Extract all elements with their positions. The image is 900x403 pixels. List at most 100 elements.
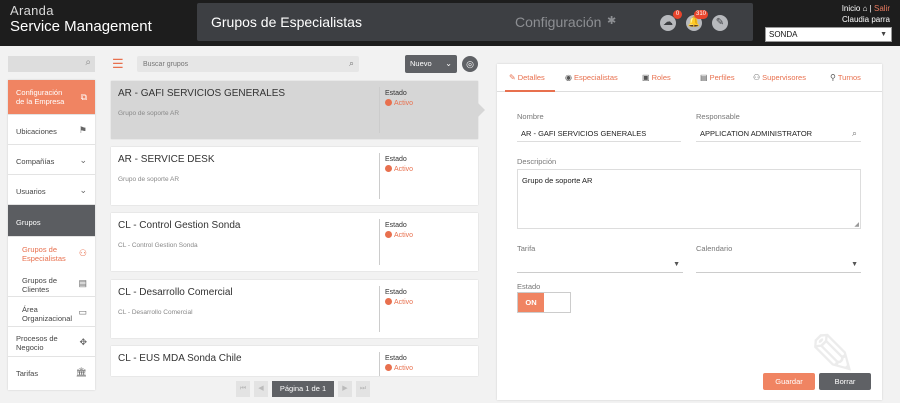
description-label: Descripción bbox=[517, 157, 557, 166]
save-button[interactable]: Guardar bbox=[763, 373, 815, 390]
id-card-icon: ▣ bbox=[642, 73, 650, 82]
group-name: CL - Control Gestion Sonda bbox=[118, 220, 241, 231]
sidebar-item-rates[interactable]: Tarifas 🏛 bbox=[8, 357, 95, 387]
group-name: CL - EUS MDA Sonda Chile bbox=[118, 353, 242, 364]
edit-icon: ✎ bbox=[509, 73, 516, 82]
sidebar-item-groups[interactable]: Grupos bbox=[8, 205, 95, 237]
toggle-on-label: ON bbox=[518, 293, 544, 312]
cloud-badge: 0 bbox=[673, 10, 682, 19]
new-button-label: Nuevo bbox=[410, 59, 432, 68]
sidebar-item-label: Compañías bbox=[16, 157, 55, 166]
group-card[interactable]: CL - EUS MDA Sonda Chile Estado Activo bbox=[111, 346, 478, 376]
signpost-icon: ⚑ bbox=[78, 125, 87, 135]
tab-profiles[interactable]: ▤ Perfiles bbox=[700, 73, 735, 82]
user-name: Claudia parra bbox=[841, 15, 890, 24]
status-toggle[interactable]: ON bbox=[517, 292, 571, 313]
page-title: Grupos de Especialistas bbox=[211, 14, 362, 30]
chevron-down-icon: ▼ bbox=[673, 261, 680, 268]
sidebar-item-org-area[interactable]: Área Organizacional ▭ bbox=[8, 297, 95, 327]
new-button[interactable]: Nuevo ⌄ bbox=[405, 55, 457, 73]
sidebar-search[interactable]: ⌕ bbox=[8, 56, 95, 72]
tab-details[interactable]: ✎ Detalles bbox=[509, 73, 545, 82]
name-value: AR - GAFI SERVICIOS GENERALES bbox=[521, 129, 647, 138]
sidebar-item-users[interactable]: Usuarios ⌄ bbox=[8, 175, 95, 205]
divider bbox=[379, 286, 380, 332]
status-dot-icon bbox=[385, 231, 392, 238]
divider bbox=[379, 87, 380, 133]
top-bar: Aranda Service Management Grupos de Espe… bbox=[0, 0, 900, 46]
gear-icon: ✱ bbox=[607, 15, 617, 27]
globe-icon[interactable]: ◎ bbox=[462, 56, 478, 72]
chevron-down-icon: ▼ bbox=[851, 261, 858, 268]
group-card[interactable]: CL - Control Gestion Sonda CL - Control … bbox=[111, 213, 478, 271]
responsible-field[interactable]: APPLICATION ADMINISTRATOR ⌕ bbox=[696, 125, 861, 142]
sidebar-item-label: Grupos de Especialistas bbox=[22, 245, 66, 263]
bank-icon: 🏛 bbox=[75, 367, 87, 377]
page-indicator: Página 1 de 1 bbox=[272, 381, 334, 397]
selection-arrow bbox=[478, 103, 485, 117]
logout-link[interactable]: Salir bbox=[874, 4, 890, 13]
cloud-icon[interactable]: ☁ 0 bbox=[660, 10, 682, 31]
sidebar-item-label: Grupos de Clientes bbox=[22, 276, 58, 294]
tab-roles[interactable]: ▣ Roles bbox=[642, 73, 671, 82]
status-label: Estado bbox=[385, 289, 407, 296]
group-card[interactable]: AR - SERVICE DESK Grupo de soporte AR Es… bbox=[111, 147, 478, 205]
group-search-input[interactable] bbox=[137, 56, 337, 72]
company-value: SONDA bbox=[769, 30, 798, 39]
tab-shifts[interactable]: ⚲ Turnos bbox=[830, 73, 861, 82]
status-dot-icon bbox=[385, 298, 392, 305]
company-select[interactable]: SONDA ▼ bbox=[765, 27, 892, 42]
brand-line1: Aranda bbox=[10, 3, 54, 18]
status-label: Estado bbox=[385, 222, 407, 229]
status-dot-icon bbox=[385, 165, 392, 172]
chevron-down-icon: ▼ bbox=[880, 31, 887, 38]
detail-panel: ✎ Detalles ◉ Especialistas ▣ Roles ▤ Perfile… bbox=[497, 64, 882, 400]
last-page-icon[interactable]: ⏭ bbox=[356, 381, 370, 397]
search-icon[interactable]: ⌕ bbox=[852, 125, 857, 142]
group-name: AR - GAFI SERVICIOS GENERALES bbox=[118, 88, 286, 99]
sidebar-item-specialist-groups[interactable]: Grupos de Especialistas ⚇ bbox=[8, 237, 95, 269]
divider bbox=[379, 153, 380, 199]
next-page-icon[interactable]: ▶ bbox=[338, 381, 352, 397]
section-title: Configuración bbox=[515, 14, 602, 30]
name-field[interactable]: AR - GAFI SERVICIOS GENERALES bbox=[517, 125, 681, 142]
calendar-label: Calendario bbox=[696, 244, 733, 253]
group-icon: ⚇ bbox=[78, 248, 87, 258]
shift-icon: ⚲ bbox=[830, 73, 836, 82]
description-field[interactable]: Grupo de soporte AR ◢ bbox=[517, 169, 861, 229]
delete-button[interactable]: Borrar bbox=[819, 373, 871, 390]
group-card[interactable]: CL - Desarrollo Comercial CL - Desarroll… bbox=[111, 280, 478, 338]
users-icon: ⚇ bbox=[753, 73, 761, 82]
chevron-down-icon: ⌄ bbox=[79, 185, 87, 195]
resize-handle-icon[interactable]: ◢ bbox=[854, 221, 859, 228]
sidebar-item-company-config[interactable]: Configuración de la Empresa ⧉ bbox=[8, 80, 95, 115]
group-desc: Grupo de soporte AR bbox=[118, 110, 180, 117]
prev-page-icon[interactable]: ◀ bbox=[254, 381, 268, 397]
bell-badge: 310 bbox=[693, 10, 708, 19]
sidebar-item-business-processes[interactable]: Procesos de Negocio ✥ bbox=[8, 327, 95, 357]
brand-logo[interactable]: Aranda Service Management bbox=[10, 3, 152, 36]
hamburger-menu-icon[interactable]: ☰ bbox=[112, 57, 124, 70]
home-icon[interactable]: ⌂ bbox=[863, 4, 868, 13]
sidebar-item-label: Tarifas bbox=[16, 369, 39, 378]
calendar-select[interactable]: ▼ bbox=[696, 258, 861, 273]
tab-supervisors[interactable]: ⚇ Supervisores bbox=[753, 73, 806, 82]
sidebar-item-client-groups[interactable]: Grupos de Clientes ▤ bbox=[8, 269, 95, 297]
brand-line2: Service Management bbox=[10, 18, 152, 35]
status-label: Estado bbox=[385, 156, 407, 163]
tab-specialists[interactable]: ◉ Especialistas bbox=[565, 73, 618, 82]
status-dot-icon bbox=[385, 99, 392, 106]
bell-icon[interactable]: 🔔 310 bbox=[686, 10, 708, 31]
search-icon: ⌕ bbox=[85, 57, 91, 68]
sidebar-item-label: Procesos de Negocio bbox=[16, 334, 58, 352]
first-page-icon[interactable]: ⏮ bbox=[236, 381, 250, 397]
puzzle-icon: ⧉ bbox=[80, 92, 87, 102]
rate-select[interactable]: ▼ bbox=[517, 258, 683, 273]
sidebar-item-companies[interactable]: Compañías ⌄ bbox=[8, 145, 95, 175]
search-icon[interactable]: ⌕ bbox=[349, 58, 354, 69]
tools-icon[interactable]: ✎ bbox=[712, 15, 728, 31]
home-link[interactable]: Inicio bbox=[842, 4, 861, 13]
sidebar-item-locations[interactable]: Ubicaciones ⚑ bbox=[8, 115, 95, 145]
group-desc: CL - Control Gestion Sonda bbox=[118, 242, 198, 249]
group-card[interactable]: AR - GAFI SERVICIOS GENERALES Grupo de s… bbox=[111, 81, 478, 139]
